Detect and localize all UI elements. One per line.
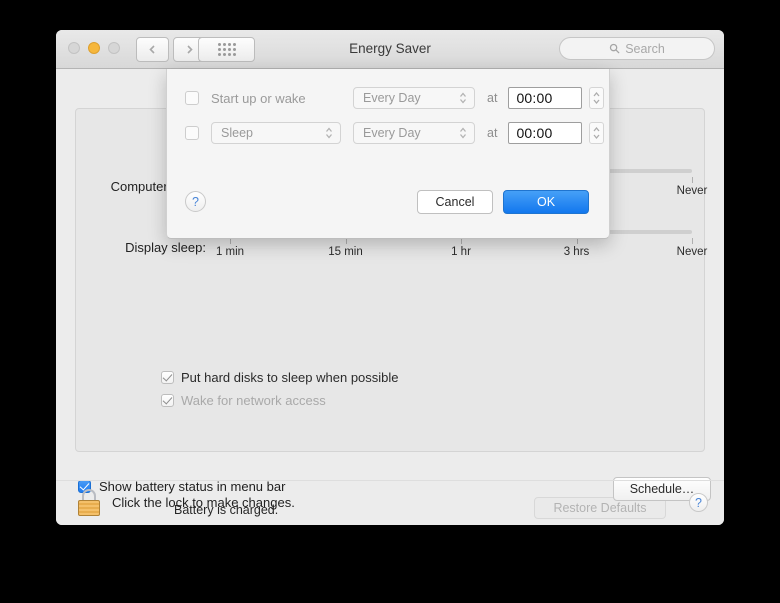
- sleep-checkbox[interactable]: [185, 126, 199, 140]
- tick-label: 1 min: [215, 246, 245, 258]
- checkbox-label: Wake for network access: [181, 393, 326, 408]
- window-bottom-bar: Click the lock to make changes. ?: [56, 480, 724, 525]
- sheet-help-button[interactable]: ?: [185, 191, 206, 212]
- startup-frequency-value: Every Day: [363, 91, 421, 105]
- stepper-up-icon: [593, 127, 600, 132]
- sleep-time-value: 00:00: [516, 125, 553, 141]
- checkbox-hard-disk-sleep[interactable]: Put hard disks to sleep when possible: [161, 370, 399, 385]
- checkbox-box[interactable]: [161, 394, 174, 407]
- ok-button[interactable]: OK: [503, 190, 589, 214]
- sleep-time-input[interactable]: 00:00: [508, 122, 583, 144]
- chevron-updown-icon: [460, 127, 466, 139]
- window-titlebar: Energy Saver Search: [56, 30, 724, 69]
- help-button[interactable]: ?: [689, 493, 708, 512]
- startup-time-stepper[interactable]: [589, 87, 605, 109]
- tick-label: Never: [676, 246, 708, 258]
- sleep-time-stepper[interactable]: [589, 122, 605, 144]
- tick-label: 15 min: [328, 246, 363, 258]
- sleep-at-label: at: [487, 126, 498, 140]
- sleep-action-select[interactable]: Sleep: [211, 122, 341, 144]
- sleep-frequency-value: Every Day: [363, 126, 421, 140]
- startup-checkbox[interactable]: [185, 91, 199, 105]
- stepper-down-icon: [593, 99, 600, 104]
- sleep-action-value: Sleep: [221, 126, 253, 140]
- startup-at-label: at: [487, 91, 498, 105]
- slider-tick-labels: 1 min 15 min 1 hr 3 hrs Never: [216, 246, 707, 262]
- search-input[interactable]: Search: [559, 37, 715, 60]
- energy-saver-window: Energy Saver Search Computer sleep: 1 mi…: [56, 30, 724, 525]
- tick-label: Never: [676, 185, 708, 197]
- checkbox-label: Put hard disks to sleep when possible: [181, 370, 399, 385]
- chevron-updown-icon: [326, 127, 332, 139]
- schedule-row-sleep: Sleep Every Day at 00:00: [185, 122, 605, 144]
- sleep-frequency-select[interactable]: Every Day: [353, 122, 475, 144]
- cancel-button[interactable]: Cancel: [417, 190, 493, 214]
- lock-row[interactable]: Click the lock to make changes.: [78, 489, 295, 516]
- chevron-updown-icon: [460, 92, 466, 104]
- lock-message: Click the lock to make changes.: [112, 495, 295, 510]
- window-content: Computer sleep: 1 min 15 min 1 hr 3 hrs …: [56, 69, 724, 525]
- display-sleep-label: Display sleep:: [125, 240, 206, 255]
- startup-time-input[interactable]: 00:00: [508, 87, 583, 109]
- startup-frequency-select[interactable]: Every Day: [353, 87, 475, 109]
- checkbox-wake-for-network[interactable]: Wake for network access: [161, 393, 326, 408]
- schedule-row-startup: Start up or wake Every Day at 00:00: [185, 87, 605, 109]
- tick-label: 3 hrs: [563, 246, 590, 258]
- checkbox-box[interactable]: [161, 371, 174, 384]
- startup-time-value: 00:00: [516, 90, 553, 106]
- search-icon: [610, 43, 620, 54]
- stepper-up-icon: [593, 92, 600, 97]
- stepper-down-icon: [593, 134, 600, 139]
- slider-ticks: [230, 238, 693, 246]
- search-placeholder: Search: [625, 41, 665, 56]
- startup-label: Start up or wake: [211, 90, 306, 106]
- locked-padlock-icon[interactable]: [78, 489, 100, 516]
- tick-label: 1 hr: [451, 246, 471, 258]
- schedule-sheet-dialog: Start up or wake Every Day at 00:00 Slee…: [166, 69, 610, 239]
